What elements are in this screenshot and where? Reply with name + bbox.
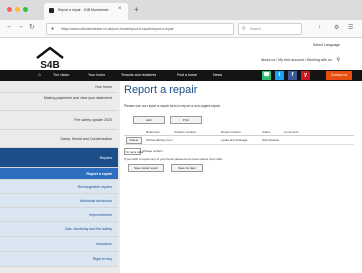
nav-the-vision[interactable]: The vision: [53, 73, 69, 77]
th-comments: Comments: [284, 130, 299, 134]
nav-your-home[interactable]: Your home: [88, 73, 105, 77]
save-repair-button[interactable]: Save repair report: [128, 164, 164, 172]
sidebar-item-your-home[interactable]: Your home: [0, 81, 118, 93]
screenshot: Report a repair - S4B Manchester × + ← →…: [0, 0, 362, 273]
browser-tab-bar: Report a repair - S4B Manchester × +: [0, 0, 362, 20]
th-status: Status: [262, 130, 271, 134]
sidebar-item-antisocial[interactable]: Antisocial behaviour: [0, 194, 118, 208]
back-icon[interactable]: ←: [6, 23, 13, 30]
edit-button[interactable]: Edit: [133, 116, 165, 124]
delete-button[interactable]: Delete: [126, 137, 142, 144]
search-icon: ⚲: [242, 26, 246, 32]
youtube-icon[interactable]: y: [301, 71, 310, 80]
facebook-icon[interactable]: f: [288, 71, 297, 80]
extensions-icon[interactable]: ⚙: [334, 24, 339, 31]
sidebar-item-damp[interactable]: Damp, Mould and Condensation: [0, 130, 118, 148]
intro-text: Please use our report a repair form to r…: [124, 104, 221, 108]
sidebar-item-insurance[interactable]: Insurance: [0, 237, 118, 252]
downloads-icon[interactable]: ↓: [318, 24, 321, 30]
instruction-note: If you wish to report any of your items …: [124, 157, 223, 161]
nav-tenants[interactable]: Tenants and residents: [121, 73, 156, 77]
row-problem-location: Kitchen/dining room: [146, 138, 173, 142]
favicon-icon: [49, 8, 54, 13]
sidebar-item-rechargeable[interactable]: Rechargeable repairs: [0, 180, 118, 194]
s4b-logo[interactable]: S4B: [34, 46, 66, 72]
browser-tab[interactable]: Report a repair - S4B Manchester ×: [44, 3, 128, 20]
save-for-later-button[interactable]: Save for later: [171, 164, 203, 172]
tab-title: Report a repair - S4B Manchester: [58, 8, 109, 12]
reload-icon[interactable]: ↻: [29, 23, 35, 31]
sidebar-item-payments[interactable]: Making payments and view your statement: [0, 93, 118, 111]
phone-icon[interactable]: ☎: [262, 71, 271, 80]
sidebar-item-fire-safety[interactable]: Fire safety update 2020: [0, 111, 118, 130]
th-reference: Reference: [146, 130, 160, 134]
th-repair-location: Repair location: [221, 130, 242, 134]
contact-us-button[interactable]: Contact us: [326, 71, 352, 80]
row-repair-location: Leaks and drainage: [221, 138, 248, 142]
sidebar-item-report-a-repair[interactable]: Report a repair: [0, 168, 118, 180]
captcha-box[interactable]: I'm not a robot: [124, 148, 144, 155]
repairs-table-header: Reference Problem location Repair locati…: [124, 129, 354, 136]
twitter-icon[interactable]: t: [275, 71, 284, 80]
row-status: Sink blocked: [262, 138, 280, 142]
address-bar[interactable]: ● https://www.s4bmanchester.co.uk/your-h…: [46, 23, 234, 35]
print-button[interactable]: Print: [170, 116, 202, 124]
sidebar-item-right-to-buy[interactable]: Right to buy: [0, 252, 118, 267]
th-problem-location: Problem location: [174, 130, 197, 134]
sidebar-item-repairs[interactable]: Repairs: [0, 148, 118, 168]
home-icon[interactable]: ⌂: [38, 72, 41, 78]
browser-toolbar: ← → ↻ ● https://www.s4bmanchester.co.uk/…: [0, 20, 362, 38]
select-language[interactable]: Select Language: [313, 43, 340, 47]
website: Select Language S4B About us / My rent a…: [0, 38, 362, 273]
zoom-window-icon[interactable]: [23, 7, 28, 12]
nav-find-a-home[interactable]: Find a home: [177, 73, 197, 77]
search-placeholder: Search: [250, 27, 261, 31]
forward-icon[interactable]: →: [17, 23, 24, 30]
nav-news[interactable]: News: [213, 73, 222, 77]
main-navigation: ⌂ The vision Your home Tenants and resid…: [0, 70, 362, 81]
captcha-text: I'm not a robot: [125, 149, 144, 154]
search-bar[interactable]: ⚲ Search: [238, 23, 302, 35]
close-tab-icon[interactable]: ×: [118, 6, 122, 12]
menu-icon[interactable]: ☰: [348, 24, 353, 31]
sidebar: Your home Making payments and view your …: [0, 81, 120, 273]
captcha-label: Please confirm: [143, 149, 163, 153]
url-text: https://www.s4bmanchester.co.uk/your-hom…: [61, 27, 174, 31]
close-window-icon[interactable]: [7, 7, 12, 12]
table-row: Delete Kitchen/dining room Leaks and dra…: [124, 136, 354, 145]
search-icon[interactable]: ⚲: [336, 57, 340, 63]
sidebar-item-gas[interactable]: Gas, electricity and fire safety: [0, 222, 118, 237]
new-tab-icon[interactable]: +: [134, 5, 139, 14]
main-content: Report a repair Please use our report a …: [124, 84, 354, 273]
page-title: Report a repair: [124, 84, 198, 96]
lock-icon: ●: [51, 26, 55, 32]
sidebar-item-improvements[interactable]: Improvements: [0, 208, 118, 222]
minimize-window-icon[interactable]: [15, 7, 20, 12]
top-links[interactable]: About us / My rent account / Working wit…: [261, 58, 332, 62]
